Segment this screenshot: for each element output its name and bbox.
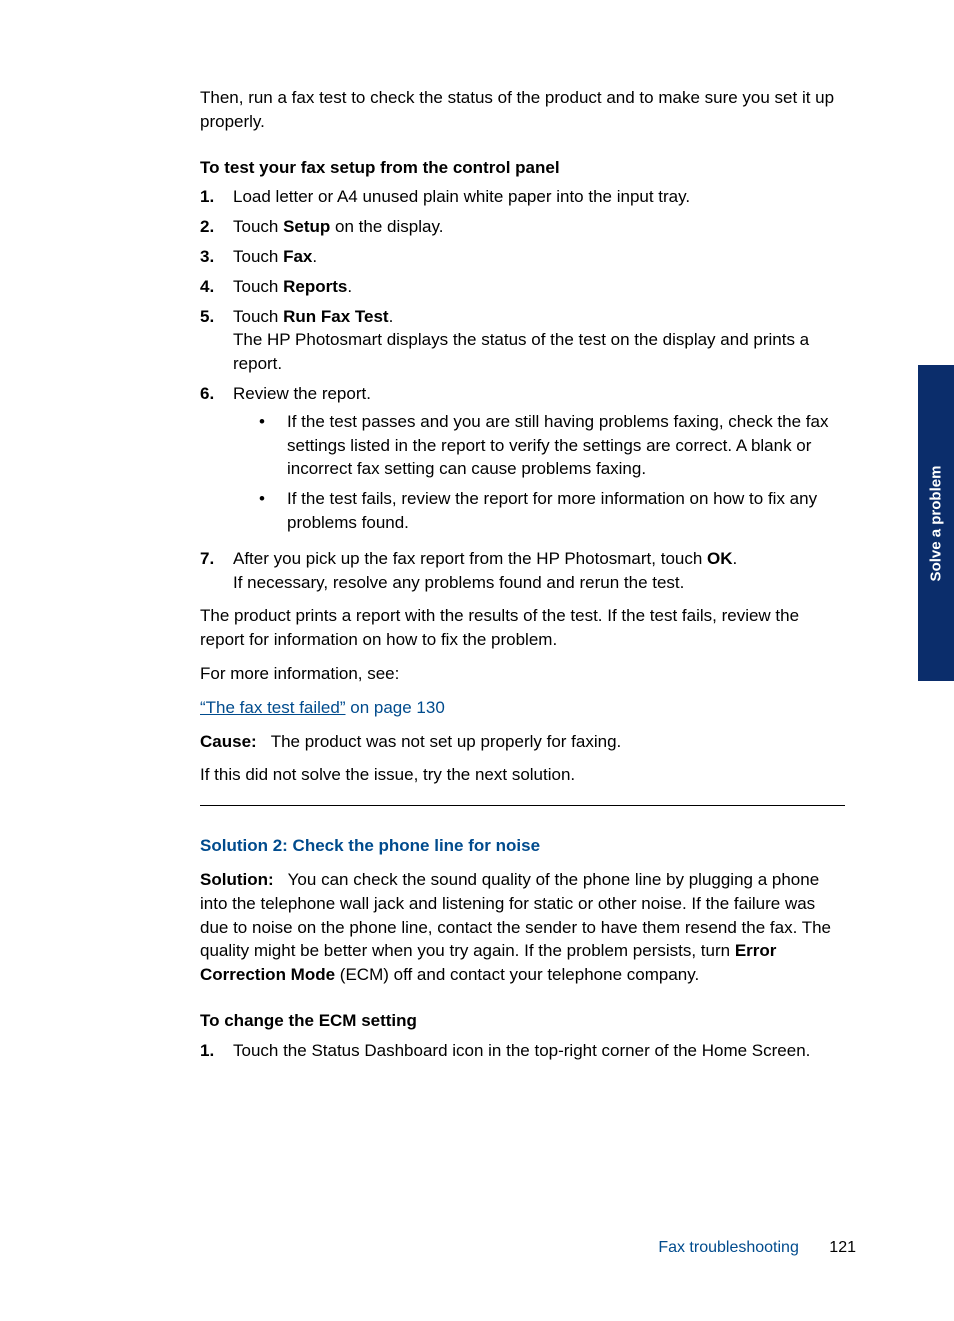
bullet-item: •If the test fails, review the report fo… — [233, 487, 845, 535]
side-tab-label: Solve a problem — [926, 465, 947, 581]
section-divider — [200, 805, 845, 806]
bullet-item: •If the test passes and you are still ha… — [233, 410, 845, 481]
step-text: Review the report. •If the test passes a… — [233, 382, 845, 541]
link-page-suffix: on page 130 — [346, 698, 445, 717]
bullet-icon: • — [259, 487, 287, 535]
page-footer: Fax troubleshooting 121 — [658, 1237, 856, 1259]
solution-2-body: Solution:You can check the sound quality… — [200, 868, 845, 987]
intro-paragraph: Then, run a fax test to check the status… — [200, 86, 845, 134]
cause-line: Cause: The product was not set up properl… — [200, 730, 845, 754]
footer-section-name: Fax troubleshooting — [658, 1239, 799, 1256]
step-after-text: If necessary, resolve any problems found… — [233, 571, 845, 595]
step-number: 4. — [200, 275, 233, 299]
more-info-label: For more information, see: — [200, 662, 845, 686]
bullet-icon: • — [259, 410, 287, 481]
step-text: Touch Reports. — [233, 275, 845, 299]
test-fax-steps: 1. Load letter or A4 unused plain white … — [200, 185, 845, 594]
step-7: 7. After you pick up the fax report from… — [200, 547, 845, 595]
step-3: 3. Touch Fax. — [200, 245, 845, 269]
report-result-paragraph: The product prints a report with the res… — [200, 604, 845, 652]
step-number: 6. — [200, 382, 233, 541]
ecm-heading: To change the ECM setting — [200, 1009, 845, 1033]
step-5: 5. Touch Run Fax Test. The HP Photosmart… — [200, 305, 845, 376]
fax-test-failed-link[interactable]: “The fax test failed” — [200, 698, 346, 717]
solution-label: Solution: — [200, 870, 274, 889]
step-6: 6. Review the report. •If the test passe… — [200, 382, 845, 541]
step-number: 1. — [200, 185, 233, 209]
cause-text: The product was not set up properly for … — [271, 732, 622, 751]
step-number: 2. — [200, 215, 233, 239]
ecm-steps: 1. Touch the Status Dashboard icon in th… — [200, 1039, 845, 1063]
cause-label: Cause: — [200, 732, 257, 751]
step-text: After you pick up the fax report from th… — [233, 547, 845, 595]
step-text: Load letter or A4 unused plain white pap… — [233, 185, 845, 209]
step-4: 4. Touch Reports. — [200, 275, 845, 299]
cross-reference: “The fax test failed” on page 130 — [200, 696, 845, 720]
step-number: 3. — [200, 245, 233, 269]
step-number: 1. — [200, 1039, 233, 1063]
step-text: Touch Setup on the display. — [233, 215, 845, 239]
chapter-side-tab: Solve a problem — [918, 365, 954, 681]
step-text: Touch Run Fax Test. The HP Photosmart di… — [233, 305, 845, 376]
step-6-bullets: •If the test passes and you are still ha… — [233, 410, 845, 535]
step-1: 1. Load letter or A4 unused plain white … — [200, 185, 845, 209]
step-text: Touch the Status Dashboard icon in the t… — [233, 1039, 845, 1063]
try-next-paragraph: If this did not solve the issue, try the… — [200, 763, 845, 787]
test-fax-heading: To test your fax setup from the control … — [200, 156, 845, 180]
page-number: 121 — [829, 1239, 856, 1256]
step-number: 7. — [200, 547, 233, 595]
step-after-text: The HP Photosmart displays the status of… — [233, 328, 845, 376]
step-text: Touch Fax. — [233, 245, 845, 269]
step-number: 5. — [200, 305, 233, 376]
ecm-step-1: 1. Touch the Status Dashboard icon in th… — [200, 1039, 845, 1063]
solution-2-title: Solution 2: Check the phone line for noi… — [200, 834, 845, 858]
step-2: 2. Touch Setup on the display. — [200, 215, 845, 239]
